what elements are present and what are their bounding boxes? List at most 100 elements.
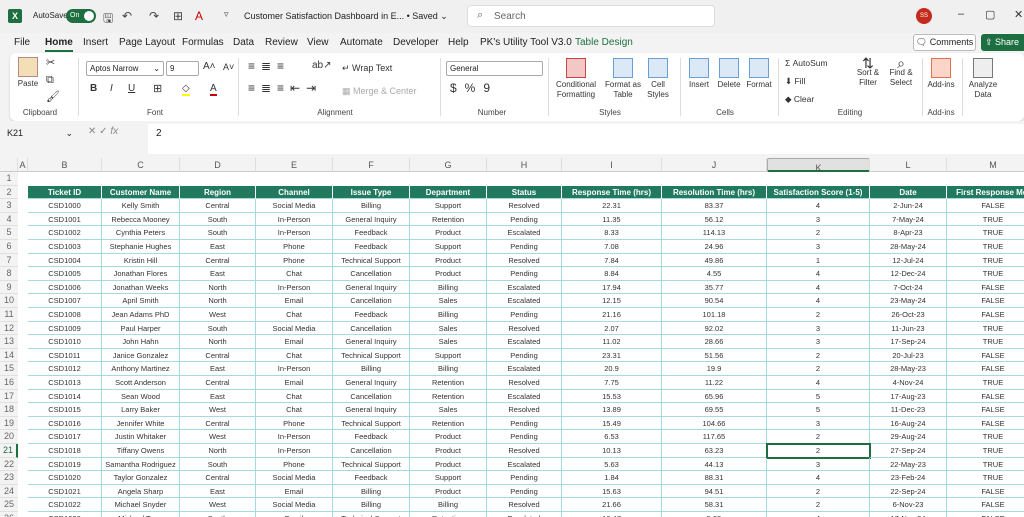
table-cell[interactable]: 10.47 — [562, 512, 662, 517]
table-cell[interactable]: East — [180, 484, 256, 499]
table-cell[interactable]: Retention — [410, 512, 487, 517]
table-cell[interactable]: Anthony Martinez — [102, 362, 180, 376]
table-cell[interactable]: 3 — [767, 457, 870, 472]
table-cell[interactable]: Kristin Hill — [102, 253, 180, 268]
format-painter-icon[interactable]: 🖌 — [46, 92, 60, 103]
search-input[interactable]: ⌕ Search — [467, 5, 715, 27]
table-cell[interactable]: TRUE — [947, 240, 1024, 254]
table-cell[interactable]: General Inquiry — [333, 280, 410, 295]
autosave-toggle[interactable]: On — [66, 9, 96, 23]
table-cell[interactable]: Justin Whitaker — [102, 430, 180, 444]
row-header[interactable]: 21 — [0, 444, 18, 458]
table-cell[interactable]: South — [180, 212, 256, 227]
table-cell[interactable]: 8.33 — [562, 226, 662, 240]
table-cell[interactable]: 2 — [767, 430, 870, 444]
column-header-G[interactable]: G — [410, 158, 487, 172]
table-cell[interactable]: 35.77 — [662, 280, 767, 295]
table-cell[interactable]: 11-Jun-23 — [870, 321, 947, 336]
table-cell[interactable]: CSD1021 — [28, 484, 102, 499]
table-cell[interactable]: 22.31 — [562, 199, 662, 213]
clear-button[interactable]: ◆ Clear — [785, 94, 814, 104]
table-cell[interactable]: 12.15 — [562, 294, 662, 308]
table-cell[interactable]: 3 — [767, 321, 870, 336]
table-cell[interactable]: Pending — [487, 212, 562, 227]
borders-icon[interactable]: ⊞ — [153, 84, 162, 95]
table-cell[interactable]: Escalated — [487, 294, 562, 308]
table-header-cell[interactable]: Channel — [256, 185, 333, 200]
cut-icon[interactable]: ✂ — [46, 58, 55, 69]
conditional-formatting-button[interactable]: Conditional Formatting — [552, 58, 600, 100]
table-cell[interactable]: TRUE — [947, 430, 1024, 444]
table-cell[interactable]: FALSE — [947, 349, 1024, 363]
table-cell[interactable]: Escalated — [487, 335, 562, 349]
tab-developer[interactable]: Developer — [393, 37, 439, 48]
column-header-E[interactable]: E — [256, 158, 333, 172]
table-cell[interactable]: FALSE — [947, 390, 1024, 404]
table-cell[interactable]: Jennifer White — [102, 416, 180, 431]
table-cell[interactable]: Feedback — [333, 430, 410, 444]
table-cell[interactable]: 24.96 — [662, 240, 767, 254]
table-cell[interactable]: West — [180, 308, 256, 322]
table-cell[interactable]: 92.02 — [662, 321, 767, 336]
column-header-J[interactable]: J — [662, 158, 767, 172]
table-cell[interactable]: 117.65 — [662, 430, 767, 444]
table-header-cell[interactable]: Resolution Time (hrs) — [662, 185, 767, 200]
row-header[interactable]: 18 — [0, 403, 18, 417]
table-cell[interactable]: Chat — [256, 348, 333, 363]
column-header-C[interactable]: C — [102, 158, 180, 172]
column-header-M[interactable]: M — [947, 158, 1024, 172]
table-cell[interactable]: 4 — [767, 376, 870, 390]
table-cell[interactable]: TRUE — [947, 471, 1024, 485]
table-cell[interactable]: 15.49 — [562, 416, 662, 431]
table-cell[interactable]: 11-Dec-23 — [870, 403, 947, 417]
table-cell[interactable]: 69.55 — [662, 403, 767, 417]
row-header[interactable]: 23 — [0, 471, 18, 485]
table-cell[interactable]: North — [180, 444, 256, 458]
table-cell[interactable]: 11.35 — [562, 212, 662, 227]
table-cell[interactable]: Samantha Rodriguez — [102, 457, 180, 472]
table-cell[interactable]: Kelly Smith — [102, 199, 180, 213]
table-cell[interactable]: 63.23 — [662, 444, 767, 458]
table-cell[interactable]: Cynthia Peters — [102, 226, 180, 240]
table-cell[interactable]: South — [180, 226, 256, 240]
table-cell[interactable]: Jonathan Weeks — [102, 280, 180, 295]
table-cell[interactable]: Technical Support — [333, 416, 410, 431]
table-cell[interactable]: CSD1013 — [28, 376, 102, 390]
table-cell[interactable]: 8-Apr-23 — [870, 226, 947, 240]
column-header-D[interactable]: D — [180, 158, 256, 172]
table-cell[interactable]: Michael Snyder — [102, 498, 180, 512]
table-cell[interactable]: South — [180, 512, 256, 517]
table-cell[interactable]: FALSE — [947, 485, 1024, 499]
table-cell[interactable]: General Inquiry — [333, 212, 410, 227]
tab-help[interactable]: Help — [448, 37, 469, 48]
row-header[interactable]: 17 — [0, 389, 18, 404]
row-header[interactable]: 4 — [0, 212, 18, 227]
table-cell[interactable]: West — [180, 430, 256, 444]
table-cell[interactable]: Janice Gonzalez — [102, 348, 180, 363]
table-cell[interactable]: 114.13 — [662, 226, 767, 240]
table-cell[interactable]: 23-Feb-24 — [870, 471, 947, 485]
font-size-select[interactable]: 9 — [166, 61, 199, 76]
table-cell[interactable]: North — [180, 294, 256, 308]
table-cell[interactable]: TRUE — [947, 458, 1024, 472]
row-header[interactable]: 20 — [0, 430, 18, 444]
table-cell[interactable]: 15.63 — [562, 484, 662, 499]
row-header[interactable]: 2 — [0, 185, 18, 200]
table-cell[interactable]: Phone — [256, 240, 333, 254]
table-cell[interactable]: CSD1006 — [28, 280, 102, 295]
tab-file[interactable]: File — [14, 37, 30, 48]
row-header[interactable]: 9 — [0, 280, 18, 295]
table-cell[interactable]: In-Person — [256, 280, 333, 295]
table-cell[interactable]: 17-Aug-23 — [870, 389, 947, 404]
table-cell[interactable]: Rebecca Mooney — [102, 212, 180, 227]
table-cell[interactable]: Larry Baker — [102, 403, 180, 417]
font-color-icon[interactable]: A — [210, 84, 217, 96]
table-cell[interactable]: FALSE — [947, 362, 1024, 376]
autosum-button[interactable]: Σ AutoSum — [785, 58, 828, 68]
table-cell[interactable]: Escalated — [487, 362, 562, 376]
table-cell[interactable]: Escalated — [487, 226, 562, 240]
table-cell[interactable]: Pending — [487, 430, 562, 444]
table-cell[interactable]: 3 — [767, 240, 870, 254]
table-cell[interactable]: 20-Jul-23 — [870, 348, 947, 363]
table-cell[interactable]: 2 — [767, 484, 870, 499]
